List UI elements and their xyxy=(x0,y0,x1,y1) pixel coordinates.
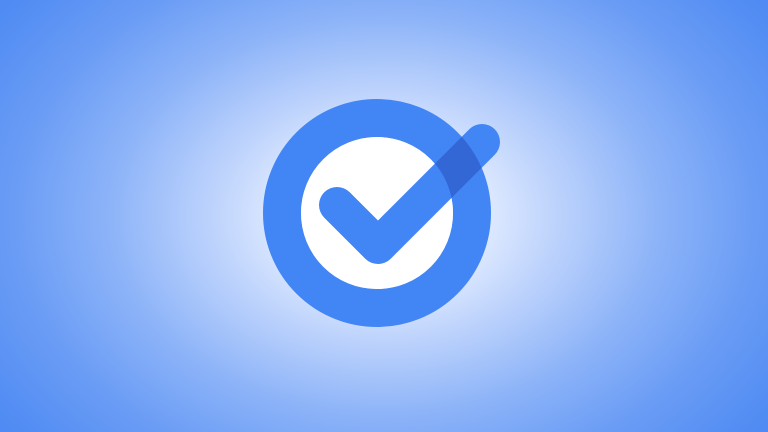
hero-banner xyxy=(0,0,768,432)
tasks-logo-icon xyxy=(263,99,500,327)
